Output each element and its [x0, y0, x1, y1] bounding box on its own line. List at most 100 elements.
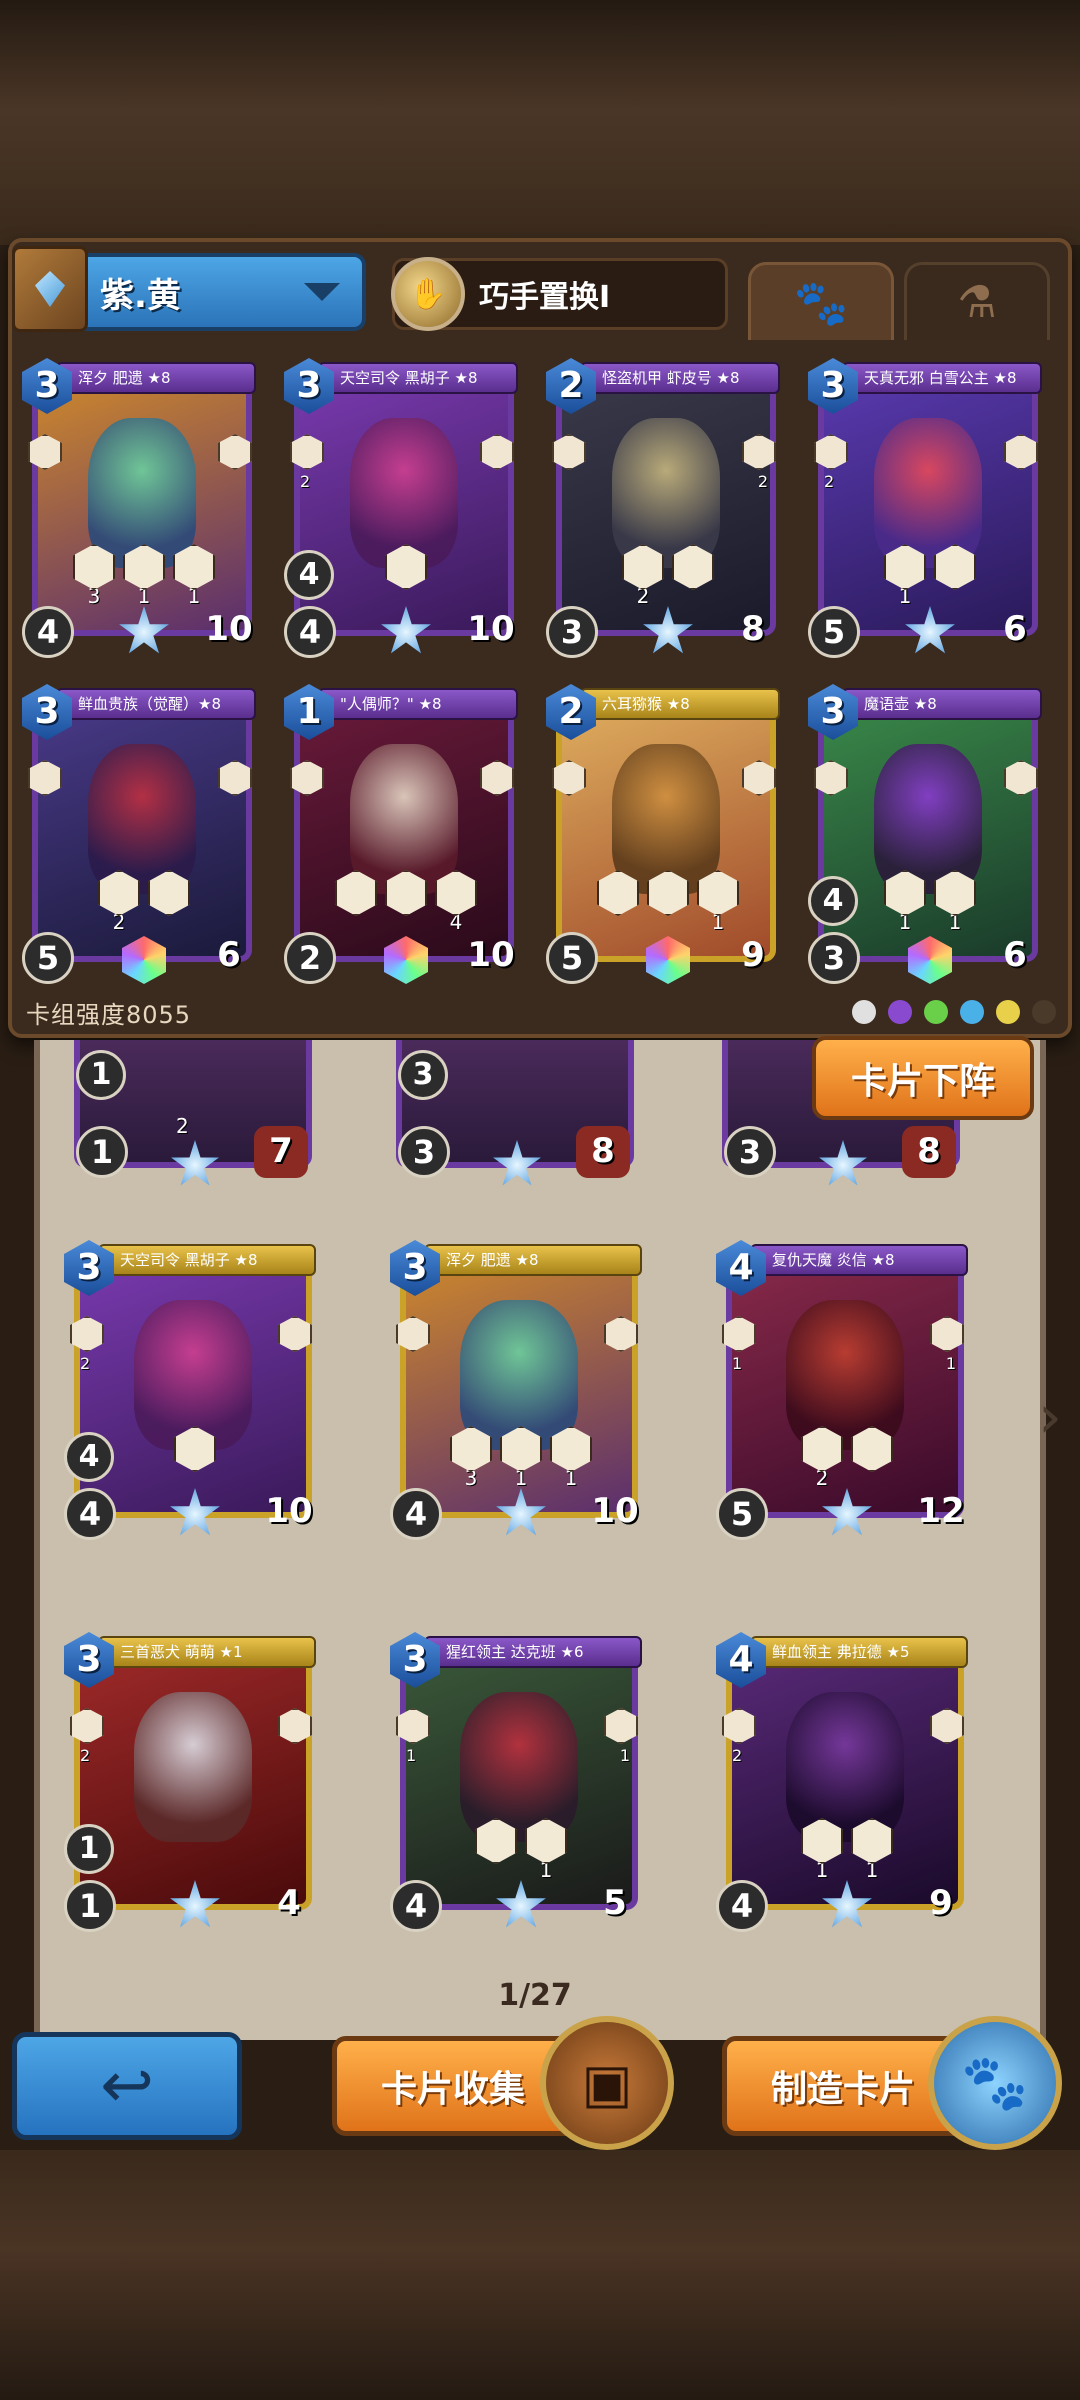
- card[interactable]: 猩红领主 达克班 ★6 3 1 1 1 4 5: [390, 1632, 652, 1932]
- card-health: 6: [986, 604, 1044, 656]
- card-health-value: 12: [917, 1491, 965, 1531]
- ability-icon: [174, 1426, 216, 1472]
- card[interactable]: "人偶师？" ★8 1 4 2 10: [284, 684, 528, 984]
- partial-card[interactable]: 1 1 7 2: [64, 1040, 326, 1190]
- card-attack: 4: [390, 1488, 442, 1540]
- collection-card-slot[interactable]: 猩红领主 达克班 ★6 3 1 1 1 4 5: [390, 1632, 652, 1932]
- card-attack: 3: [546, 606, 598, 658]
- deck-card-grid: 浑夕 肥遗 ★8 3 3 1 1 4 10 天空司令 黑胡子 ★8 3 2 4 4 10 怪盗机甲 虾皮号…: [22, 358, 1052, 990]
- collection-card-slot[interactable]: 天空司令 黑胡子 ★8 3 2 4 4 10: [64, 1240, 326, 1540]
- collection-card-slot[interactable]: 复仇天魔 炎信 ★8 4 1 1 2 5 12: [716, 1240, 978, 1540]
- collection-card-slot[interactable]: 三首恶犬 萌萌 ★1 3 2 1 1 4: [64, 1632, 326, 1932]
- card-health: 9: [912, 1878, 970, 1930]
- card[interactable]: 魔语壶 ★8 3 1 1 4 3 6: [808, 684, 1052, 984]
- ability-row: 1: [546, 870, 790, 934]
- mode-selector[interactable]: ✋ 巧手置换I: [391, 257, 728, 331]
- ability-row: 2: [716, 1426, 978, 1490]
- back-arrow-icon: ↩: [100, 2049, 154, 2123]
- card-attack: 5: [716, 1488, 768, 1540]
- card-attack: 4: [390, 1880, 442, 1932]
- bottom-wood-background: [0, 2150, 1080, 2400]
- card-extra-stat: 1: [76, 1050, 126, 1100]
- card-health: 5: [586, 1878, 644, 1930]
- card-health-value: 10: [467, 935, 515, 975]
- card[interactable]: 鲜血贵族（觉醒）★8 3 2 5 6: [22, 684, 266, 984]
- tab-paw[interactable]: 🐾: [748, 262, 894, 340]
- card[interactable]: 天空司令 黑胡子 ★8 3 2 4 4 10: [64, 1240, 326, 1540]
- card[interactable]: 复仇天魔 炎信 ★8 4 1 1 2 5 12: [716, 1240, 978, 1540]
- card-health: 4: [260, 1878, 318, 1930]
- card-extra-stat: 3: [398, 1050, 448, 1100]
- ability-value: 2: [176, 1114, 189, 1138]
- card[interactable]: 怪盗机甲 虾皮号 ★8 2 2 2 3 8: [546, 358, 790, 658]
- ability-row: 4: [284, 870, 528, 934]
- deck-strength: 卡组强度8055: [26, 1000, 192, 1029]
- card-extra-stat: 4: [284, 550, 334, 600]
- card[interactable]: 浑夕 肥遗 ★8 3 3 1 1 4 10: [22, 358, 266, 658]
- card-book-icon[interactable]: ▣: [540, 2016, 674, 2150]
- green-faction-icon[interactable]: [924, 1000, 948, 1024]
- card-attack: 4: [716, 1880, 768, 1932]
- card-attack: 3: [398, 1126, 450, 1178]
- ability-icon: [672, 544, 714, 590]
- collection-card-slot[interactable]: 鲜血领主 弗拉德 ★5 4 2 1 1 4 9: [716, 1632, 978, 1932]
- top-wood-background: [0, 0, 1080, 245]
- card-health: 10: [200, 604, 258, 656]
- ability-row: 2: [22, 870, 266, 934]
- ability-icon: [385, 870, 427, 916]
- unload-card-button[interactable]: 卡片下阵: [812, 1036, 1034, 1120]
- card[interactable]: 天空司令 黑胡子 ★8 3 2 4 4 10: [284, 358, 528, 658]
- yellow-faction-icon[interactable]: [996, 1000, 1020, 1024]
- card-attack: 1: [64, 1880, 116, 1932]
- card-health: 8: [576, 1126, 630, 1178]
- neutral-faction-icon[interactable]: [852, 1000, 876, 1024]
- deck-selector[interactable]: 紫.黄: [12, 246, 366, 332]
- left-trait-value: 2: [80, 1354, 91, 1373]
- card-title: 魔语壶 ★8: [842, 688, 1042, 720]
- deck-footer: 卡组强度8055: [26, 994, 1056, 1030]
- card-health-value: 10: [467, 609, 515, 649]
- card-health-value: 10: [265, 1491, 313, 1531]
- card-attack: 5: [22, 932, 74, 984]
- card-title: 天空司令 黑胡子 ★8: [98, 1244, 316, 1276]
- card-health: 7: [254, 1126, 308, 1178]
- tab-potion[interactable]: ⚗: [904, 262, 1050, 340]
- next-page-arrow-icon[interactable]: ›: [1030, 1382, 1070, 1452]
- paw-potion-icon[interactable]: 🐾: [928, 2016, 1062, 2150]
- card[interactable]: 三首恶犬 萌萌 ★1 3 2 1 1 4: [64, 1632, 326, 1932]
- left-trait-value: 2: [300, 472, 311, 491]
- back-button[interactable]: ↩: [12, 2032, 242, 2140]
- left-trait-value: 2: [824, 472, 835, 491]
- card-title: "人偶师？" ★8: [318, 688, 518, 720]
- ability-icon: [335, 870, 377, 916]
- card-health-value: 4: [277, 1883, 301, 1923]
- card-health: 10: [462, 930, 520, 982]
- ability-row: 1: [808, 544, 1052, 608]
- collection-card-slot[interactable]: 浑夕 肥遗 ★8 3 3 1 1 4 10: [390, 1240, 652, 1540]
- ability-row: 2: [546, 544, 790, 608]
- card-title: 猩红领主 达克班 ★6: [424, 1636, 642, 1668]
- ability-row: 11: [716, 1818, 978, 1882]
- card-attack: 3: [724, 1126, 776, 1178]
- collect-label: 卡片收集: [381, 2069, 526, 2110]
- card-health-value: 6: [1003, 935, 1027, 975]
- card-health-value: 9: [929, 1883, 953, 1923]
- blue-faction-icon[interactable]: [960, 1000, 984, 1024]
- card-health-value: 6: [217, 935, 241, 975]
- purple-faction-icon[interactable]: [888, 1000, 912, 1024]
- card-title: 天空司令 黑胡子 ★8: [318, 362, 518, 394]
- chevron-down-icon: [304, 283, 340, 301]
- card[interactable]: 天真无邪 白雪公主 ★8 3 2 1 5 6: [808, 358, 1052, 658]
- card-frame: [74, 1640, 312, 1910]
- partial-card[interactable]: 3 3 8: [386, 1040, 648, 1190]
- ability-icon: [597, 870, 639, 916]
- ability-row: 1: [390, 1818, 652, 1882]
- card[interactable]: 浑夕 肥遗 ★8 3 3 1 1 4 10: [390, 1240, 652, 1540]
- card-attack: 1: [76, 1126, 128, 1178]
- deck-book-icon: [12, 246, 88, 332]
- card-title: 六耳猕猴 ★8: [580, 688, 780, 720]
- dark-faction-icon[interactable]: [1032, 1000, 1056, 1024]
- left-trait-value: 2: [80, 1746, 91, 1765]
- card[interactable]: 六耳猕猴 ★8 2 1 5 9: [546, 684, 790, 984]
- card[interactable]: 鲜血领主 弗拉德 ★5 4 2 1 1 4 9: [716, 1632, 978, 1932]
